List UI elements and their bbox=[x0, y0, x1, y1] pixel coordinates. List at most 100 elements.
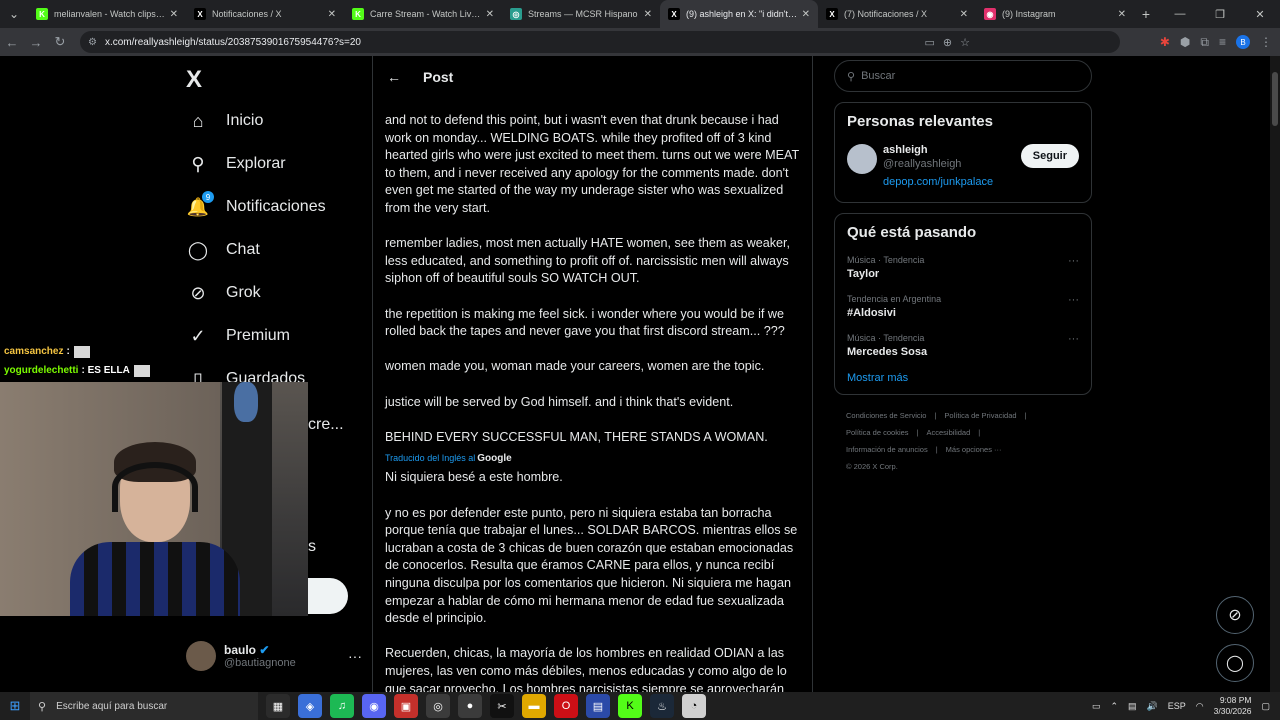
page-title: Post bbox=[423, 69, 454, 85]
extensions-puzzle-icon[interactable]: ⧉ bbox=[1200, 35, 1209, 50]
browser-tab[interactable]: ◎ Streams — MCSR Hispano ✕ bbox=[502, 0, 660, 28]
browser-tab[interactable]: Kmelianvalen - Watch clips on K ✕ bbox=[28, 0, 186, 28]
extension-icon[interactable]: ✱ bbox=[1160, 35, 1170, 49]
close-tab-icon[interactable]: ✕ bbox=[1118, 9, 1126, 20]
tab-title: Carre Stream - Watch Live on K bbox=[370, 9, 482, 19]
nav-item-notificaciones[interactable]: 🔔 9 Notificaciones bbox=[186, 186, 326, 228]
person-link[interactable]: depop.com/junkpalace bbox=[883, 176, 993, 188]
trend-item[interactable]: Música · Tendencia Taylor ··· bbox=[847, 255, 1079, 280]
messages-fab-icon[interactable]: ◯ bbox=[1216, 644, 1254, 682]
close-tab-icon[interactable]: ✕ bbox=[644, 9, 652, 20]
extension-shield-icon[interactable]: ⬢ bbox=[1180, 35, 1190, 49]
tab-search-icon[interactable]: ⌄ bbox=[0, 0, 28, 28]
chrome-icon[interactable]: ◎ bbox=[426, 694, 450, 718]
copilot-icon[interactable]: ◈ bbox=[298, 694, 322, 718]
tab-favicon-icon: K bbox=[352, 8, 364, 20]
windows-start-icon[interactable]: ⊞ bbox=[0, 692, 30, 720]
browser-tab[interactable]: K Carre Stream - Watch Live on K ✕ bbox=[344, 0, 502, 28]
site-info-icon[interactable]: ⚙ bbox=[88, 37, 97, 48]
trend-item[interactable]: Tendencia en Argentina #Aldosivi ··· bbox=[847, 294, 1079, 319]
relevant-people-title: Personas relevantes bbox=[847, 113, 993, 130]
close-window-icon[interactable]: ✕ bbox=[1240, 0, 1280, 28]
nav-item-explorar[interactable]: ⚲ Explorar bbox=[186, 143, 285, 185]
minimize-icon[interactable]: — bbox=[1160, 0, 1200, 28]
person-row[interactable]: ashleigh @reallyashleigh depop.com/junkp… bbox=[847, 144, 1079, 188]
search-input[interactable]: ⚲ Buscar bbox=[834, 60, 1092, 92]
trend-topic: #Aldosivi bbox=[847, 307, 896, 319]
steam-icon[interactable]: ♨ bbox=[650, 694, 674, 718]
profile-avatar[interactable]: B bbox=[1236, 35, 1250, 49]
nav-item-chat[interactable]: ◯ Chat bbox=[186, 229, 260, 271]
network-icon[interactable]: ▤ bbox=[1128, 701, 1137, 712]
translation-label[interactable]: Traducido del Inglés al Google bbox=[385, 450, 803, 468]
browser-tab[interactable]: ◉ (9) Instagram ✕ bbox=[976, 0, 1134, 28]
close-tab-icon[interactable]: ✕ bbox=[328, 9, 336, 20]
back-arrow-icon[interactable]: ← bbox=[387, 69, 401, 85]
close-tab-icon[interactable]: ✕ bbox=[802, 9, 810, 20]
home-icon: ⌂ bbox=[192, 110, 204, 131]
capcut-icon[interactable]: ✂ bbox=[490, 694, 514, 718]
more-icon[interactable]: ··· bbox=[1068, 294, 1079, 306]
new-tab-button[interactable]: + bbox=[1134, 6, 1158, 22]
close-tab-icon[interactable]: ✕ bbox=[486, 9, 494, 20]
account-switcher[interactable]: baulo ✔ @bautiagnone ··· bbox=[186, 641, 362, 671]
cast-icon[interactable]: ▭ bbox=[925, 36, 935, 49]
nav-item-inicio[interactable]: ⌂ Inicio bbox=[186, 100, 264, 142]
reading-list-icon[interactable]: ≡ bbox=[1219, 35, 1226, 49]
notifications-icon[interactable]: ▢ bbox=[1261, 701, 1270, 712]
grok-fab-icon[interactable]: ⊘ bbox=[1216, 596, 1254, 634]
reload-icon[interactable]: ↻ bbox=[48, 34, 72, 50]
file-explorer-icon[interactable]: ▬ bbox=[522, 694, 546, 718]
bookmark-star-icon[interactable]: ☆ bbox=[960, 36, 970, 49]
wifi-icon[interactable]: ◠ bbox=[1196, 701, 1204, 712]
scrollbar[interactable] bbox=[1270, 56, 1280, 692]
close-tab-icon[interactable]: ✕ bbox=[960, 9, 968, 20]
restore-icon[interactable]: ❐ bbox=[1200, 0, 1240, 28]
volume-icon[interactable]: 🔊 bbox=[1147, 701, 1158, 712]
kick-icon[interactable]: K bbox=[618, 694, 642, 718]
tray-app-icon[interactable]: ▭ bbox=[1092, 701, 1101, 712]
app-icon-3[interactable]: ◔ bbox=[682, 694, 706, 718]
menu-icon[interactable]: ⋮ bbox=[1260, 35, 1272, 49]
task-view-icon[interactable]: ▦ bbox=[266, 694, 290, 718]
x-logo[interactable]: X bbox=[186, 66, 202, 94]
app-icon-2[interactable]: ▤ bbox=[586, 694, 610, 718]
spotify-icon[interactable]: ♫ bbox=[330, 694, 354, 718]
taskbar-search-input[interactable]: ⚲ Escribe aquí para buscar bbox=[30, 692, 258, 720]
more-icon[interactable]: ··· bbox=[348, 648, 362, 664]
scrollbar-thumb[interactable] bbox=[1272, 72, 1278, 126]
browser-tab[interactable]: X Notificaciones / X ✕ bbox=[186, 0, 344, 28]
clock-date: 3/30/2026 bbox=[1213, 706, 1252, 716]
address-bar[interactable]: ⚙ x.com/reallyashleigh/status/2038753901… bbox=[80, 31, 1120, 53]
forward-icon[interactable]: → bbox=[24, 35, 48, 50]
browser-tab[interactable]: X (9) ashleigh en X: "i didn't even ✕ bbox=[660, 0, 818, 28]
footer-link[interactable]: Política de Privacidad bbox=[944, 411, 1016, 420]
footer-link[interactable]: Condiciones de Servicio bbox=[846, 411, 926, 420]
chevron-up-icon[interactable]: ⌃ bbox=[1111, 701, 1119, 712]
clock[interactable]: 9:08 PM 3/30/2026 bbox=[1214, 695, 1252, 717]
nav-partial-label-2[interactable]: s bbox=[308, 526, 316, 568]
follow-button[interactable]: Seguir bbox=[1020, 144, 1079, 168]
opera-icon[interactable]: O bbox=[554, 694, 578, 718]
show-more-link[interactable]: Mostrar más bbox=[847, 372, 1079, 384]
obs-icon[interactable]: ● bbox=[458, 694, 482, 718]
close-tab-icon[interactable]: ✕ bbox=[170, 9, 178, 20]
back-icon[interactable]: ← bbox=[0, 35, 24, 50]
footer-link[interactable]: Información de anuncios bbox=[846, 445, 928, 454]
app-icon[interactable]: ▣ bbox=[394, 694, 418, 718]
person-name[interactable]: ashleigh bbox=[883, 144, 993, 156]
more-icon[interactable]: ··· bbox=[1068, 333, 1079, 345]
trend-item[interactable]: Música · Tendencia Mercedes Sosa ··· bbox=[847, 333, 1079, 358]
system-tray: ▭ ⌃ ▤ 🔊 ESP ◠ 9:08 PM 3/30/2026 ▢ bbox=[1092, 692, 1270, 720]
language-indicator[interactable]: ESP bbox=[1168, 701, 1186, 711]
browser-tab[interactable]: X (7) Notificaciones / X ✕ bbox=[818, 0, 976, 28]
more-icon[interactable]: ··· bbox=[1068, 255, 1079, 267]
footer-link[interactable]: Más opciones ··· bbox=[946, 445, 1002, 454]
nav-item-grok[interactable]: ⊘ Grok bbox=[186, 272, 260, 314]
avatar[interactable] bbox=[847, 144, 877, 174]
zoom-icon[interactable]: ⊕ bbox=[943, 36, 952, 49]
footer-link[interactable]: Accesibilidad bbox=[927, 428, 971, 437]
nav-partial-label[interactable]: cre... bbox=[308, 404, 344, 446]
footer-link[interactable]: Política de cookies bbox=[846, 428, 909, 437]
discord-icon[interactable]: ◉ bbox=[362, 694, 386, 718]
